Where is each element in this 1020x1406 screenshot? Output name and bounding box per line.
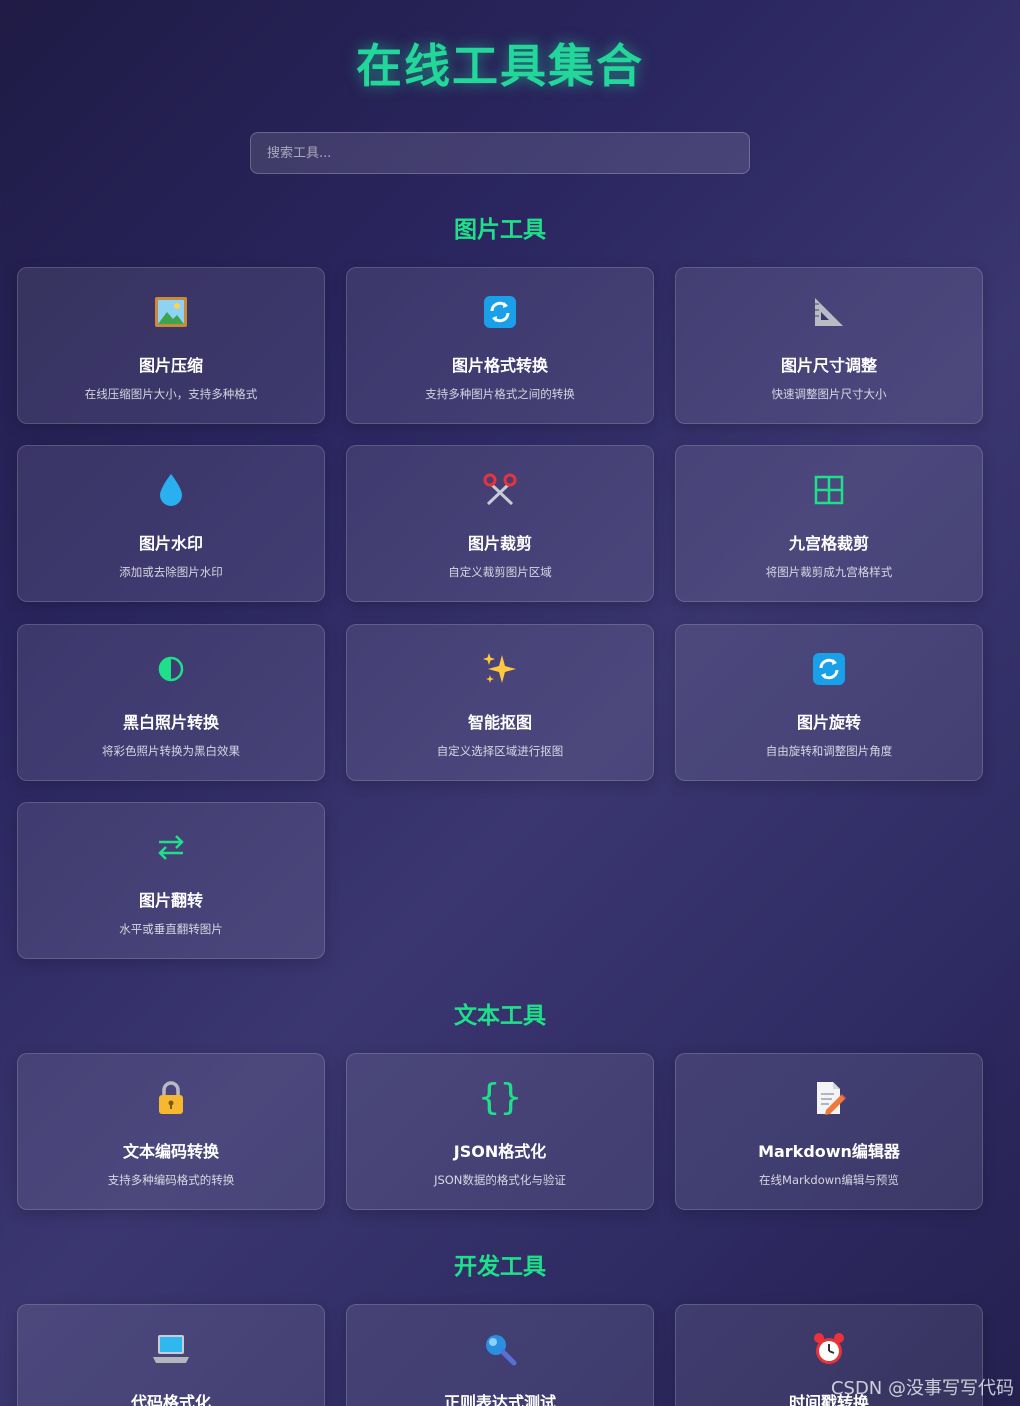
page-title: 在线工具集合 — [356, 39, 644, 93]
tool-card-image-rotate[interactable]: 图片旋转 自由旋转和调整图片角度 — [675, 624, 983, 781]
tool-desc: 支持多种编码格式的转换 — [107, 1173, 235, 1187]
tool-title: 图片翻转 — [138, 891, 203, 910]
watermark-text: CSDN @没事写写代码 — [830, 1378, 1014, 1399]
tool-title: 图片水印 — [138, 534, 203, 553]
tool-desc: 自定义裁剪图片区域 — [448, 565, 552, 579]
scissors-icon — [347, 472, 653, 508]
tool-title: 九宫格裁剪 — [788, 534, 869, 553]
tool-title: JSON格式化 — [453, 1142, 547, 1161]
arrows-cycle-icon — [676, 651, 982, 687]
tool-title: Markdown编辑器 — [758, 1142, 900, 1161]
page: 在线工具集合 图片工具 图片压缩 在线压缩图片大小，支持多种格式 — [0, 0, 1020, 1406]
tool-card-markdown-editor[interactable]: Markdown编辑器 在线Markdown编辑与预览 — [675, 1053, 983, 1210]
tool-title: 正则表达式测试 — [443, 1393, 556, 1406]
tool-title: 文本编码转换 — [122, 1142, 219, 1161]
curly-braces-icon: {} — [478, 1077, 522, 1118]
tool-card-image-watermark[interactable]: 图片水印 添加或去除图片水印 — [17, 445, 325, 602]
tool-card-code-format[interactable]: 代码格式化 — [17, 1304, 325, 1406]
tool-desc: 添加或去除图片水印 — [119, 565, 223, 579]
tool-desc: 将彩色照片转换为黑白效果 — [102, 744, 240, 758]
tool-desc: JSON数据的格式化与验证 — [434, 1173, 566, 1187]
tool-title: 图片压缩 — [138, 356, 203, 375]
arrows-cycle-icon — [347, 294, 653, 330]
search-input[interactable] — [250, 132, 750, 174]
tool-title: 图片尺寸调整 — [780, 356, 877, 375]
tool-card-image-flip[interactable]: 图片翻转 水平或垂直翻转图片 — [17, 802, 325, 959]
tool-title: 智能抠图 — [467, 713, 532, 732]
tool-card-regex-test[interactable]: 正则表达式测试 — [346, 1304, 654, 1406]
search-bar — [250, 132, 750, 174]
tool-desc: 支持多种图片格式之间的转换 — [425, 387, 575, 401]
droplet-icon — [18, 472, 324, 508]
tool-title: 代码格式化 — [130, 1393, 211, 1406]
section-title-text-tools: 文本工具 — [454, 1003, 546, 1029]
tool-card-image-resize[interactable]: 图片尺寸调整 快速调整图片尺寸大小 — [675, 267, 983, 424]
tool-desc: 在线压缩图片大小，支持多种格式 — [84, 387, 258, 401]
tool-title: 图片格式转换 — [451, 356, 548, 375]
tool-card-black-white[interactable]: 黑白照片转换 将彩色照片转换为黑白效果 — [17, 624, 325, 781]
tool-card-text-encoding[interactable]: 文本编码转换 支持多种编码格式的转换 — [17, 1053, 325, 1210]
tool-card-json-format[interactable]: {} JSON格式化 JSON数据的格式化与验证 — [346, 1053, 654, 1210]
tool-card-smart-cutout[interactable]: 智能抠图 自定义选择区域进行抠图 — [346, 624, 654, 781]
tool-title: 图片旋转 — [796, 713, 861, 732]
triangular-ruler-icon — [676, 294, 982, 330]
tool-desc: 在线Markdown编辑与预览 — [759, 1173, 899, 1187]
tool-desc: 快速调整图片尺寸大小 — [771, 387, 887, 401]
section-title-image-tools: 图片工具 — [454, 217, 546, 243]
tool-desc: 水平或垂直翻转图片 — [119, 922, 223, 936]
tool-desc: 自定义选择区域进行抠图 — [436, 744, 564, 758]
tool-title: 黑白照片转换 — [122, 713, 219, 732]
tool-desc: 自由旋转和调整图片角度 — [765, 744, 893, 758]
magnifier-icon — [347, 1331, 653, 1367]
grid-icon — [676, 472, 982, 508]
lock-icon — [18, 1080, 324, 1116]
framed-picture-icon — [18, 294, 324, 330]
tool-title: 图片裁剪 — [467, 534, 532, 553]
half-circle-icon — [18, 651, 324, 687]
tool-card-image-compress[interactable]: 图片压缩 在线压缩图片大小，支持多种格式 — [17, 267, 325, 424]
alarm-clock-icon — [676, 1331, 982, 1367]
memo-icon — [676, 1080, 982, 1116]
tool-card-image-crop[interactable]: 图片裁剪 自定义裁剪图片区域 — [346, 445, 654, 602]
laptop-icon — [18, 1331, 324, 1367]
section-title-dev-tools: 开发工具 — [454, 1254, 546, 1280]
tool-desc: 将图片裁剪成九宫格样式 — [765, 565, 893, 579]
sparkles-icon — [347, 651, 653, 687]
swap-arrows-icon — [18, 829, 324, 865]
tool-card-image-format[interactable]: 图片格式转换 支持多种图片格式之间的转换 — [346, 267, 654, 424]
tool-card-nine-grid[interactable]: 九宫格裁剪 将图片裁剪成九宫格样式 — [675, 445, 983, 602]
